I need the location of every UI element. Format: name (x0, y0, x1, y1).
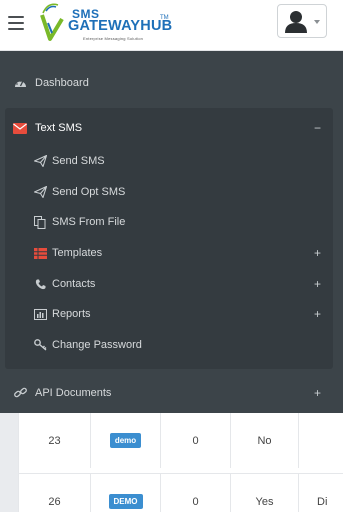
user-avatar-icon (285, 11, 307, 33)
submenu-item-send-sms[interactable]: Send SMS (0, 147, 343, 175)
submenu-item-label: Change Password (52, 339, 142, 351)
expand-icon[interactable]: + (314, 307, 321, 321)
submenu-item-sms-from-file[interactable]: SMS From File (0, 208, 343, 236)
submenu-item-send-opt-sms[interactable]: Send Opt SMS (0, 178, 343, 206)
submenu-item-label: Send SMS (52, 155, 105, 167)
brand-logo[interactable]: SMS GATEWAYHUB TM Enterprise Messaging S… (36, 3, 172, 47)
sidebar-item-label: Dashboard (35, 77, 89, 89)
table-cell-flag: No (231, 413, 299, 468)
dashboard-icon (13, 76, 27, 90)
paper-plane-icon (33, 185, 47, 199)
chevron-down-icon (314, 20, 320, 24)
link-icon (13, 386, 27, 400)
submenu-item-change-password[interactable]: Change Password (0, 331, 343, 359)
top-header: SMS GATEWAYHUB TM Enterprise Messaging S… (0, 0, 343, 51)
table-cell-extra (299, 413, 343, 468)
content-area: 23 demo 0 No 26 DEMO 0 Yes Di (0, 413, 343, 512)
key-icon (33, 338, 47, 352)
submenu-item-label: Reports (52, 308, 91, 320)
sidebar-item-dashboard[interactable]: Dashboard (0, 66, 343, 100)
table-cell-extra: Di (317, 495, 328, 508)
sidebar-item-text-sms[interactable]: Text SMS − (0, 111, 343, 145)
table-row[interactable]: 26 DEMO 0 Yes Di (19, 473, 343, 512)
copy-file-icon (33, 215, 47, 229)
table-cell-count: 0 (161, 413, 231, 468)
paper-plane-icon (33, 154, 47, 168)
submenu-item-label: Templates (52, 247, 103, 259)
table-icon (33, 246, 47, 260)
data-table: 23 demo 0 No 26 DEMO 0 Yes Di (18, 413, 343, 512)
submenu-item-contacts[interactable]: Contacts + (0, 270, 343, 298)
table-cell-id: 23 (19, 413, 91, 468)
logo-tagline: Enterprise Messaging Solution (83, 36, 144, 41)
table-cell-flag: Yes (231, 474, 299, 512)
expand-icon[interactable]: + (314, 277, 321, 291)
table-row[interactable]: 23 demo 0 No (19, 413, 343, 468)
table-cell-id: 26 (19, 474, 91, 512)
submenu-item-templates[interactable]: Templates + (0, 239, 343, 267)
status-badge[interactable]: DEMO (108, 494, 143, 509)
submenu-item-label: Contacts (52, 278, 96, 290)
table-cell-tag: demo (91, 413, 161, 468)
logo-trademark: TM (160, 15, 169, 21)
phone-icon (33, 277, 47, 291)
submenu-item-label: Send Opt SMS (52, 186, 126, 198)
sidebar: Dashboard Text SMS − Send SMS Send Opt S… (0, 51, 343, 413)
submenu-item-label: SMS From File (52, 216, 126, 228)
expand-icon[interactable]: + (314, 386, 321, 400)
status-badge[interactable]: demo (109, 433, 142, 448)
bar-chart-icon (33, 307, 47, 321)
user-menu-button[interactable] (277, 4, 327, 38)
sidebar-item-label: API Documents (35, 387, 112, 399)
table-cell-count: 0 (161, 474, 231, 512)
envelope-icon (13, 121, 27, 135)
expand-icon[interactable]: + (314, 246, 321, 260)
logo-text-gatewayhub: GATEWAYHUB (68, 18, 173, 34)
submenu-item-reports[interactable]: Reports + (0, 300, 343, 328)
table-cell-tag: DEMO (91, 474, 161, 512)
sidebar-item-api-documents[interactable]: API Documents + (0, 376, 343, 410)
collapse-icon[interactable]: − (314, 121, 321, 135)
sidebar-item-label: Text SMS (35, 122, 83, 134)
hamburger-menu-icon[interactable] (8, 16, 24, 30)
